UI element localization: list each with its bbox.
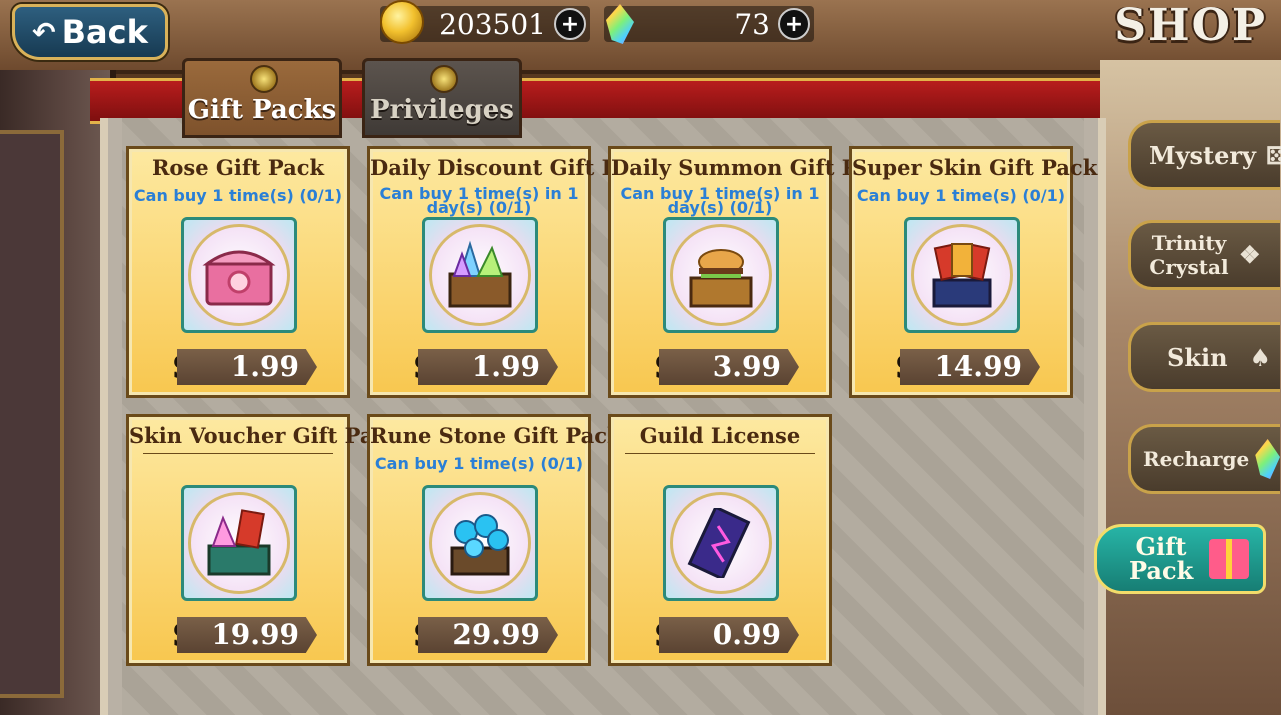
card-limit: Can buy 1 time(s) (0/1) [374, 454, 584, 473]
card-divider [625, 453, 815, 454]
price-button[interactable]: 14.99 [900, 349, 1040, 385]
tab-gift-packs[interactable]: Gift Packs [182, 58, 342, 138]
wall-poster [0, 130, 64, 698]
card-chest-icon [904, 217, 1020, 333]
tab-knob-icon [250, 65, 278, 93]
card-limit: Can buy 1 time(s) (0/1) [133, 186, 343, 205]
side-menu-mystery[interactable]: Mystery ⚄ [1128, 120, 1281, 190]
tab-privileges[interactable]: Privileges [362, 58, 522, 138]
voucher-chest-icon [181, 485, 297, 601]
back-button[interactable]: ↶ Back [12, 4, 168, 60]
gift-card-skin-voucher[interactable]: Skin Voucher Gift Pack $ 19.99 [126, 414, 401, 666]
gem-counter: 73 + [604, 4, 814, 44]
tab-label: Privileges [370, 95, 514, 125]
side-menu-gift-pack[interactable]: Gift Pack [1094, 524, 1266, 594]
add-gold-button[interactable]: + [554, 8, 586, 40]
price-button[interactable]: 1.99 [418, 349, 558, 385]
gold-counter: 203501 + [380, 0, 590, 44]
gift-card-guild-license[interactable]: Guild License $ 0.99 [608, 414, 832, 666]
card-limit: Can buy 1 time(s) in 1 day(s) (0/1) [620, 184, 820, 217]
tab-label: Gift Packs [187, 95, 337, 125]
rune-chest-icon [422, 485, 538, 601]
shop-title: SHOP [1114, 0, 1267, 51]
gift-card-daily-summon[interactable]: Daily Summon Gift Pack Can buy 1 time(s)… [608, 146, 898, 398]
card-title: Rose Gift Pack [151, 155, 325, 180]
rainbow-gem-icon [606, 4, 634, 44]
price-button[interactable]: 1.99 [177, 349, 317, 385]
card-divider [143, 453, 333, 454]
rose-chest-icon [181, 217, 297, 333]
back-arrow-icon: ↶ [32, 15, 56, 49]
gift-card-daily-discount[interactable]: Daily Discount Gift Pack Can buy 1 time(… [367, 146, 658, 398]
card-limit: Can buy 1 time(s) in 1 day(s) (0/1) [379, 184, 579, 217]
price-button[interactable]: 0.99 [659, 617, 799, 653]
card-title: Daily Summon Gift Pack [611, 155, 898, 180]
side-menu-label: Recharge [1143, 447, 1250, 471]
side-menu-recharge[interactable]: Recharge [1128, 424, 1280, 494]
left-backdrop [0, 70, 116, 715]
card-title: Skin Voucher Gift Pack [129, 423, 401, 448]
gift-card-super-skin[interactable]: Super Skin Gift Pack Can buy 1 time(s) (… [849, 146, 1098, 398]
card-limit: Can buy 1 time(s) (0/1) [856, 186, 1066, 205]
crystal-icon: ❖ [1239, 240, 1261, 269]
gem-icon [1255, 439, 1280, 479]
price-button[interactable]: 29.99 [418, 617, 558, 653]
back-label: Back [61, 13, 148, 51]
gift-card-rune-stone[interactable]: Rune Stone Gift Pack Can buy 1 time(s) (… [367, 414, 622, 666]
card-title: Super Skin Gift Pack [852, 155, 1098, 180]
card-title: Daily Discount Gift Pack [370, 155, 658, 180]
dice-icon: ⚄ [1265, 140, 1281, 170]
gold-coin-icon [380, 0, 424, 44]
gold-amount: 203501 [439, 7, 546, 41]
burger-chest-icon [663, 217, 779, 333]
crystal-chest-icon [422, 217, 538, 333]
side-menu-label: Trinity Crystal [1149, 231, 1229, 279]
card-title: Guild License [639, 423, 801, 448]
costume-icon: ♠ [1249, 342, 1272, 372]
side-menu-label: Gift Pack [1129, 532, 1194, 585]
gift-icon [1209, 539, 1249, 579]
price-button[interactable]: 19.99 [177, 617, 317, 653]
card-title: Rune Stone Gift Pack [370, 423, 622, 448]
tab-knob-icon [430, 65, 458, 93]
side-menu-label: Mystery [1149, 140, 1256, 170]
side-menu-trinity-crystal[interactable]: Trinity Crystal ❖ [1128, 220, 1280, 290]
gift-card-rose[interactable]: Rose Gift Pack Can buy 1 time(s) (0/1) $… [126, 146, 350, 398]
license-scroll-icon [663, 485, 779, 601]
price-button[interactable]: 3.99 [659, 349, 799, 385]
add-gems-button[interactable]: + [778, 8, 810, 40]
gem-amount: 73 [734, 7, 770, 41]
side-menu-label: Skin [1167, 342, 1228, 372]
side-menu-skin[interactable]: Skin ♠ [1128, 322, 1280, 392]
